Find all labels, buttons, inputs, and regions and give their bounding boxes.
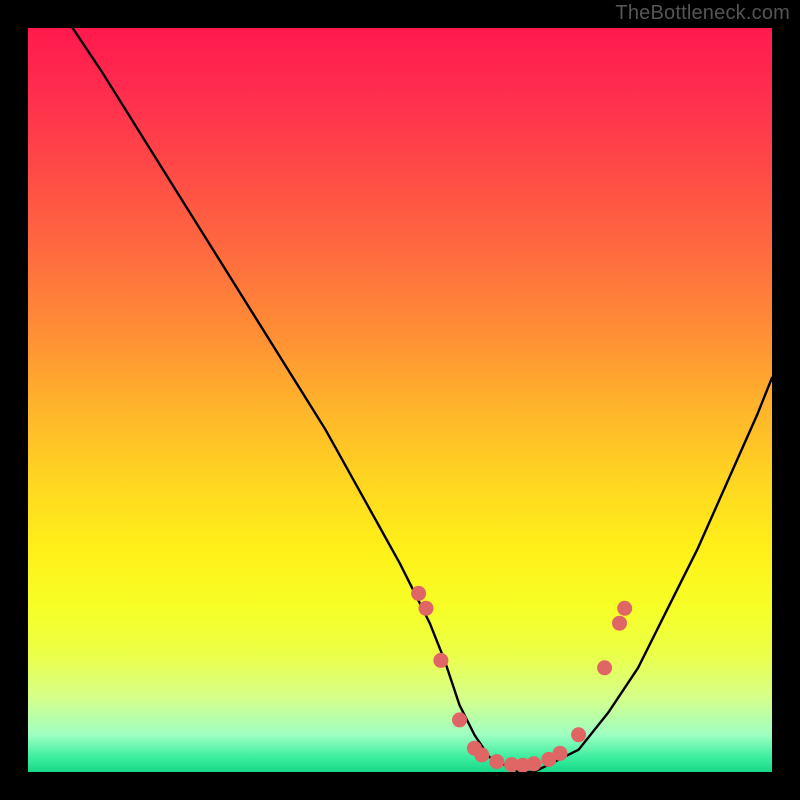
curve-marker <box>612 616 627 631</box>
curve-layer <box>28 28 772 772</box>
curve-marker <box>411 586 426 601</box>
watermark-text: TheBottleneck.com <box>615 2 790 25</box>
curve-marker <box>597 660 612 675</box>
curve-marker <box>553 746 568 761</box>
curve-marker <box>617 601 632 616</box>
bottleneck-curve <box>73 28 772 772</box>
curve-markers <box>411 586 632 772</box>
curve-marker <box>571 727 586 742</box>
curve-marker <box>433 653 448 668</box>
curve-marker <box>452 712 467 727</box>
plot-area <box>28 28 772 772</box>
curve-marker <box>474 747 489 762</box>
curve-marker <box>489 754 504 769</box>
curve-marker <box>419 601 434 616</box>
chart-frame: TheBottleneck.com <box>0 0 800 800</box>
curve-marker <box>526 756 541 771</box>
